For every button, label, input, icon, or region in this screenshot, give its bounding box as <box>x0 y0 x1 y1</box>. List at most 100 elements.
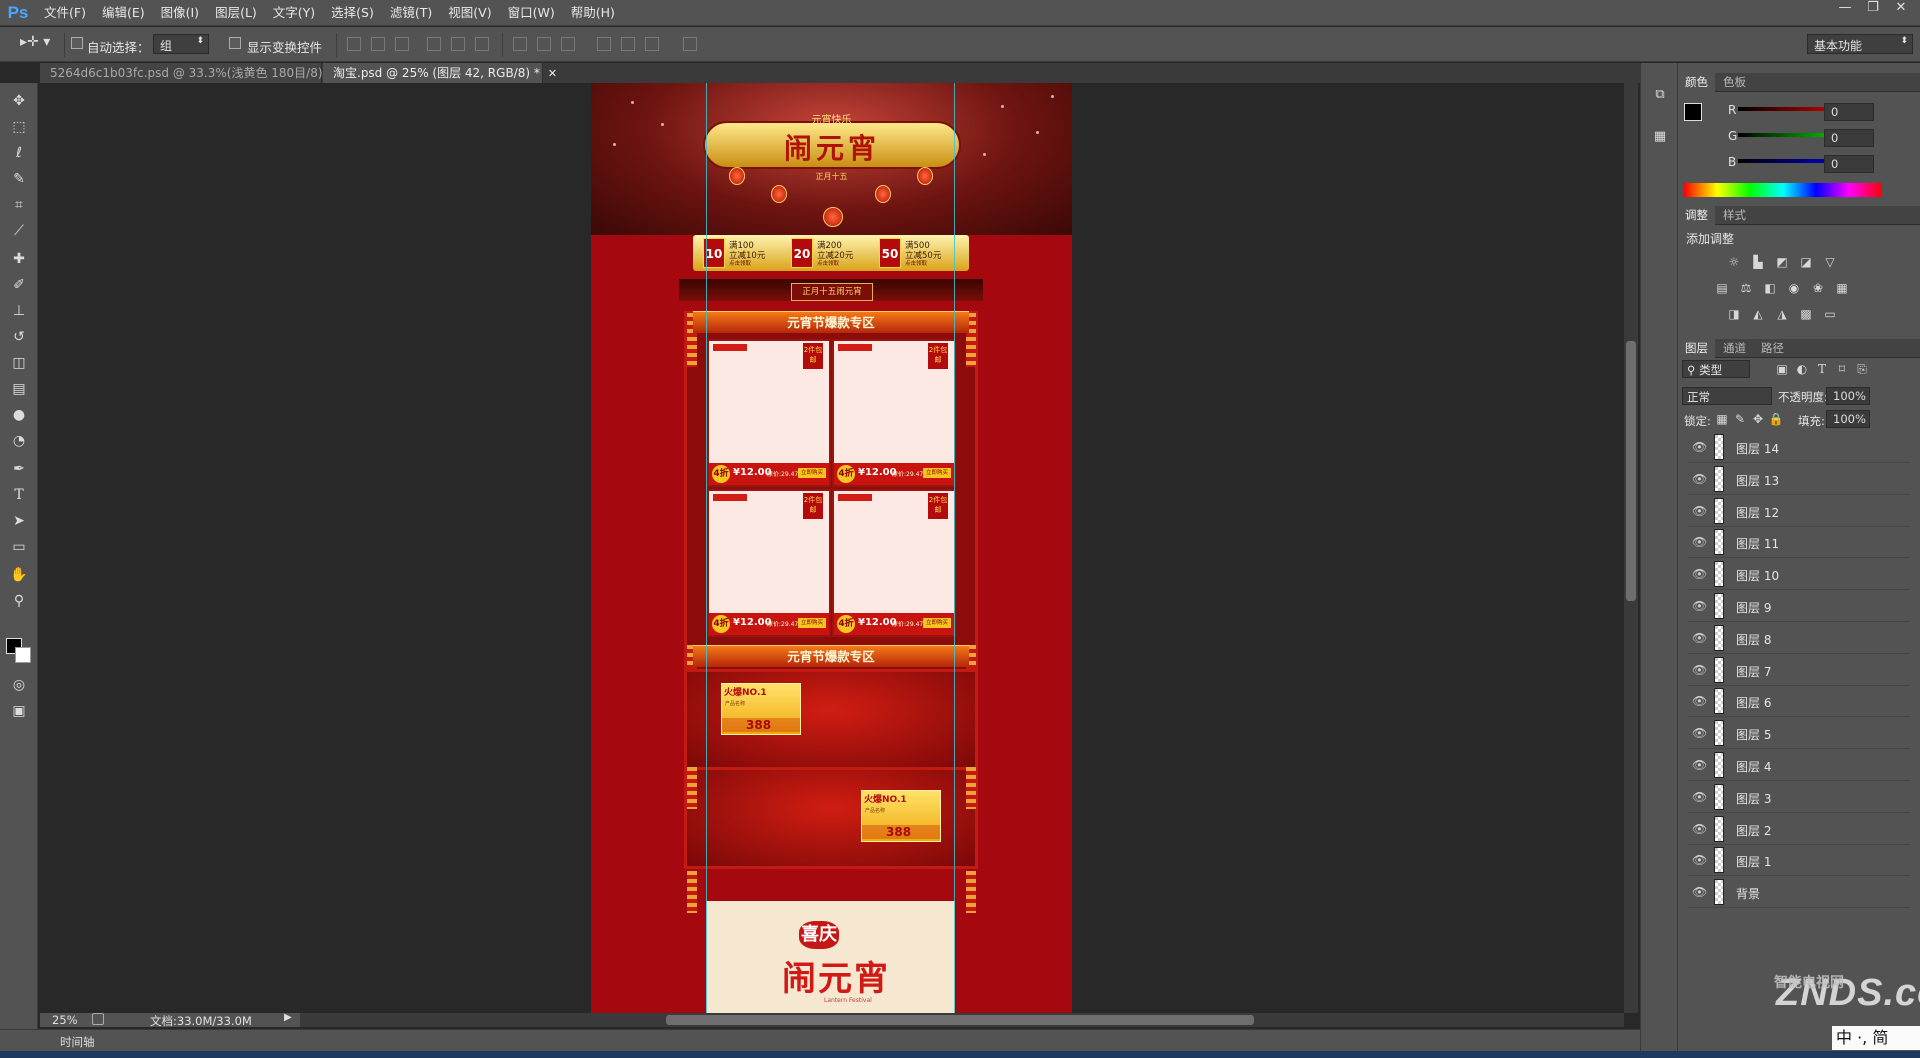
workspace-dropdown[interactable]: 基本功能 ⬍ <box>1807 34 1913 54</box>
coupon-50[interactable]: 50 满500 立减50元 点击领取 <box>879 238 959 268</box>
layer-row[interactable]: 👁 图层 9 <box>1688 591 1910 622</box>
visibility-eye-icon[interactable]: 👁 <box>1692 504 1707 518</box>
layer-row[interactable]: 👁 背景 <box>1688 877 1910 909</box>
menu-file[interactable]: 文件(F) <box>36 0 94 26</box>
document-canvas[interactable]: 闹元宵 元宵快乐 正月十五 10 满100 立减10元 点击领取 20 满200… <box>591 83 1072 1013</box>
tab-channels[interactable]: 通道 <box>1716 339 1753 358</box>
threshold-icon[interactable]: ◮ <box>1774 306 1790 322</box>
vertical-scrollbar[interactable] <box>1624 83 1638 1013</box>
menu-filter[interactable]: 滤镜(T) <box>382 0 440 26</box>
visibility-eye-icon[interactable]: 👁 <box>1692 663 1707 677</box>
buy-button[interactable]: 立即购买 <box>923 618 951 628</box>
layer-row[interactable]: 👁 图层 2 <box>1688 814 1910 845</box>
gradient-tool-icon[interactable]: ▤ <box>8 379 30 399</box>
lock-position-icon[interactable]: ✥ <box>1750 411 1766 427</box>
properties-panel-icon[interactable]: ▦ <box>1651 129 1669 147</box>
buy-button[interactable]: 立即购买 <box>798 618 826 628</box>
vibrance-icon[interactable]: ▽ <box>1822 254 1838 270</box>
color-balance-icon[interactable]: ⚖ <box>1738 280 1754 296</box>
visibility-eye-icon[interactable]: 👁 <box>1692 599 1707 613</box>
menu-help[interactable]: 帮助(H) <box>563 0 623 26</box>
distribute-hcenter-icon[interactable] <box>621 37 635 51</box>
pen-tool-icon[interactable]: ✒ <box>8 459 30 479</box>
coupon-10[interactable]: 10 满100 立减10元 点击领取 <box>703 238 783 268</box>
tab-document-2[interactable]: 淘宝.psd @ 25% (图层 42, RGB/8) * ✕ <box>323 63 557 83</box>
coupon-20[interactable]: 20 满200 立减20元 点击领取 <box>791 238 871 268</box>
channel-r-input[interactable]: 0 <box>1824 103 1874 121</box>
color-lookup-icon[interactable]: ▦ <box>1834 280 1850 296</box>
product-card[interactable]: 2件包邮 4折 ¥12.00 原价:29.47 立即购买 <box>707 339 831 487</box>
align-right-icon[interactable] <box>475 37 489 51</box>
close-button[interactable]: ✕ <box>1888 0 1914 17</box>
posterize-icon[interactable]: ◭ <box>1750 306 1766 322</box>
hot-product-card[interactable]: 火爆NO.1 产品名称 388 <box>721 683 801 735</box>
menu-image[interactable]: 图像(I) <box>153 0 207 26</box>
menu-edit[interactable]: 编辑(E) <box>94 0 153 26</box>
tab-styles[interactable]: 样式 <box>1716 206 1753 225</box>
history-panel-icon[interactable]: ⧉ <box>1651 87 1669 105</box>
visibility-eye-icon[interactable]: 👁 <box>1692 822 1707 836</box>
history-brush-tool-icon[interactable]: ↺ <box>8 327 30 347</box>
restore-button[interactable]: ❐ <box>1860 0 1886 17</box>
curves-icon[interactable]: ◩ <box>1774 254 1790 270</box>
menu-view[interactable]: 视图(V) <box>440 0 499 26</box>
quick-mask-icon[interactable]: ◎ <box>8 675 30 695</box>
layer-filter-dropdown[interactable]: ⚲ 类型 <box>1682 360 1750 378</box>
filter-type-icon[interactable]: T <box>1814 361 1830 377</box>
lock-image-icon[interactable]: ✎ <box>1732 411 1748 427</box>
timeline-label[interactable]: 时间轴 <box>60 1034 95 1050</box>
brightness-icon[interactable]: ☼ <box>1726 254 1742 270</box>
layer-row[interactable]: 👁 图层 7 <box>1688 655 1910 686</box>
ime-indicator[interactable]: 中 ·, 简 <box>1832 1026 1920 1050</box>
menu-type[interactable]: 文字(Y) <box>265 0 323 26</box>
layer-row[interactable]: 👁 图层 12 <box>1688 496 1910 527</box>
buy-button[interactable]: 立即购买 <box>798 468 826 478</box>
zoom-level[interactable]: 25% <box>52 1013 78 1027</box>
visibility-eye-icon[interactable]: 👁 <box>1692 567 1707 581</box>
channel-g-input[interactable]: 0 <box>1824 129 1874 147</box>
tab-layers[interactable]: 图层 <box>1678 339 1715 358</box>
layer-row[interactable]: 👁 图层 1 <box>1688 845 1910 877</box>
move-tool-preset-icon[interactable]: ▸✛ ▾ <box>20 34 56 54</box>
blend-mode-dropdown[interactable]: 正常 <box>1682 387 1772 405</box>
show-transform-checkbox[interactable] <box>229 37 241 49</box>
buy-button[interactable]: 立即购买 <box>923 468 951 478</box>
align-left-icon[interactable] <box>427 37 441 51</box>
dodge-tool-icon[interactable]: ◔ <box>8 431 30 451</box>
opacity-input[interactable]: 100% <box>1826 387 1870 405</box>
horizontal-scrollbar[interactable] <box>300 1013 1624 1027</box>
visibility-eye-icon[interactable]: 👁 <box>1692 726 1707 740</box>
align-hcenter-icon[interactable] <box>451 37 465 51</box>
lock-transparent-icon[interactable]: ▦ <box>1714 411 1730 427</box>
color-spectrum[interactable] <box>1684 183 1882 197</box>
foreground-color-swatch[interactable] <box>1684 103 1702 121</box>
channel-mixer-icon[interactable]: ❀ <box>1810 280 1826 296</box>
layer-row[interactable]: 👁 图层 14 <box>1688 432 1910 463</box>
menu-layer[interactable]: 图层(L) <box>207 0 265 26</box>
tab-adjustments[interactable]: 调整 <box>1678 206 1715 225</box>
visibility-eye-icon[interactable]: 👁 <box>1692 885 1707 899</box>
tab-paths[interactable]: 路径 <box>1754 339 1791 358</box>
layer-row[interactable]: 👁 图层 13 <box>1688 464 1910 495</box>
shape-tool-icon[interactable]: ▭ <box>8 537 30 557</box>
gradient-map-icon[interactable]: ▭ <box>1822 306 1838 322</box>
align-top-icon[interactable] <box>347 37 361 51</box>
align-vcenter-icon[interactable] <box>371 37 385 51</box>
visibility-eye-icon[interactable]: 👁 <box>1692 472 1707 486</box>
layer-row[interactable]: 👁 图层 5 <box>1688 718 1910 750</box>
layer-row[interactable]: 👁 图层 6 <box>1688 686 1910 718</box>
visibility-eye-icon[interactable]: 👁 <box>1692 758 1707 772</box>
healing-brush-tool-icon[interactable]: ✚ <box>8 249 30 269</box>
visibility-eye-icon[interactable]: 👁 <box>1692 440 1707 454</box>
distribute-vcenter-icon[interactable] <box>537 37 551 51</box>
status-menu-icon[interactable] <box>92 1013 104 1025</box>
eraser-tool-icon[interactable]: ◫ <box>8 353 30 373</box>
tab-color[interactable]: 颜色 <box>1678 73 1715 92</box>
blur-tool-icon[interactable]: ● <box>8 405 30 425</box>
crop-tool-icon[interactable]: ⌗ <box>8 195 30 215</box>
levels-icon[interactable]: ▙ <box>1750 254 1766 270</box>
menu-window[interactable]: 窗口(W) <box>500 0 563 26</box>
background-color-swatch[interactable] <box>15 647 31 663</box>
visibility-eye-icon[interactable]: 👁 <box>1692 790 1707 804</box>
photo-filter-icon[interactable]: ◉ <box>1786 280 1802 296</box>
